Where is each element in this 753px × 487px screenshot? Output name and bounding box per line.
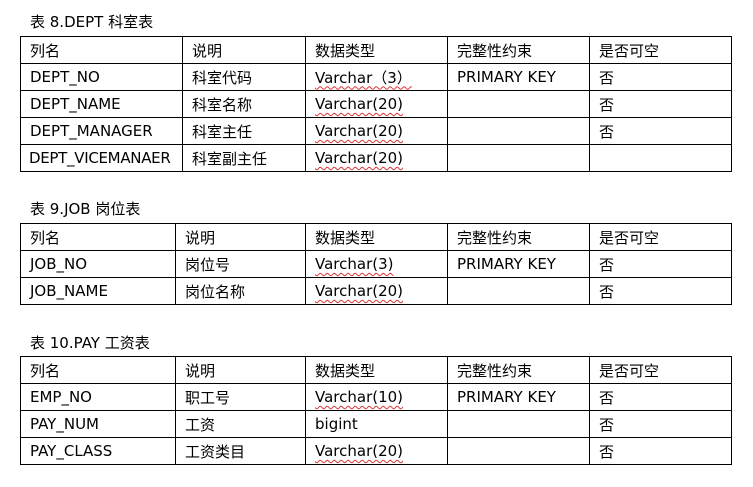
data-type-cell: Varchar(20): [305, 277, 448, 305]
description-cell: 科室名称: [182, 90, 306, 118]
header-cell: 列名: [20, 356, 176, 384]
data-type-text: Varchar(20): [315, 122, 404, 140]
header-cell: 说明: [182, 36, 306, 64]
data-type-cell: Varchar(20): [305, 437, 448, 465]
header-cell: 列名: [20, 36, 183, 64]
table-row: JOB_NO 岗位号 Varchar(3) PRIMARY KEY 否: [20, 250, 732, 278]
table-row: PAY_NUM 工资 bigint 否: [20, 410, 732, 438]
description-cell: 工资类目: [175, 437, 306, 465]
job-table: 列名 说明 数据类型 完整性约束 是否可空 JOB_NO 岗位号 Varchar…: [20, 223, 732, 305]
table-row: DEPT_MANAGER 科室主任 Varchar(20) 否: [20, 117, 732, 145]
table-row: EMP_NO 职工号 Varchar(10) PRIMARY KEY 否: [20, 383, 732, 411]
data-type-cell: Varchar(10): [305, 383, 448, 411]
constraint-cell: PRIMARY KEY: [447, 63, 590, 91]
table-header-row: 列名 说明 数据类型 完整性约束 是否可空: [20, 223, 732, 251]
nullable-cell: 否: [589, 383, 732, 411]
description-cell: 岗位号: [175, 250, 306, 278]
data-type-cell: bigint: [305, 410, 448, 438]
column-name-cell: PAY_CLASS: [20, 437, 176, 465]
column-name-cell: PAY_NUM: [20, 410, 176, 438]
data-type-text: Varchar(20): [315, 282, 404, 300]
header-cell: 是否可空: [589, 223, 732, 251]
column-name-cell: DEPT_VICEMANAER: [20, 144, 183, 172]
table-row: DEPT_VICEMANAER 科室副主任 Varchar(20): [20, 144, 732, 172]
description-cell: 科室主任: [182, 117, 306, 145]
column-name-cell: JOB_NAME: [20, 277, 176, 305]
description-cell: 工资: [175, 410, 306, 438]
table-caption-job: 表 9.JOB 岗位表: [30, 200, 141, 218]
pay-table: 列名 说明 数据类型 完整性约束 是否可空 EMP_NO 职工号 Varchar…: [20, 356, 732, 465]
header-cell: 完整性约束: [447, 223, 590, 251]
nullable-cell: 否: [589, 277, 732, 305]
column-name-cell: DEPT_MANAGER: [20, 117, 183, 145]
description-cell: 科室代码: [182, 63, 306, 91]
constraint-cell: PRIMARY KEY: [447, 383, 590, 411]
nullable-cell: [589, 144, 732, 172]
header-cell: 数据类型: [305, 36, 448, 64]
table-caption-dept: 表 8.DEPT 科室表: [30, 13, 154, 31]
data-type-cell: Varchar(3): [305, 250, 448, 278]
nullable-cell: 否: [589, 63, 732, 91]
data-type-text: Varchar(20): [315, 95, 404, 113]
data-type-text: Varchar（3）: [315, 68, 412, 87]
column-name-cell: DEPT_NAME: [20, 90, 183, 118]
data-type-text: Varchar(10): [315, 388, 404, 406]
column-name-cell: EMP_NO: [20, 383, 176, 411]
header-cell: 列名: [20, 223, 176, 251]
constraint-cell: PRIMARY KEY: [447, 250, 590, 278]
header-cell: 是否可空: [589, 36, 732, 64]
table-header-row: 列名 说明 数据类型 完整性约束 是否可空: [20, 356, 732, 384]
constraint-cell: [447, 437, 590, 465]
table-row: DEPT_NAME 科室名称 Varchar(20) 否: [20, 90, 732, 118]
data-type-cell: Varchar(20): [305, 117, 448, 145]
data-type-cell: Varchar(20): [305, 144, 448, 172]
header-cell: 完整性约束: [447, 356, 590, 384]
data-type-text: Varchar(3): [315, 255, 394, 273]
header-cell: 数据类型: [305, 356, 448, 384]
constraint-cell: [447, 410, 590, 438]
header-cell: 说明: [175, 223, 306, 251]
table-row: JOB_NAME 岗位名称 Varchar(20) 否: [20, 277, 732, 305]
data-type-text: Varchar(20): [315, 149, 404, 167]
data-type-cell: Varchar(20): [305, 90, 448, 118]
column-name-cell: DEPT_NO: [20, 63, 183, 91]
table-row: DEPT_NO 科室代码 Varchar（3） PRIMARY KEY 否: [20, 63, 732, 91]
description-cell: 岗位名称: [175, 277, 306, 305]
header-cell: 完整性约束: [447, 36, 590, 64]
nullable-cell: 否: [589, 250, 732, 278]
nullable-cell: 否: [589, 410, 732, 438]
dept-table: 列名 说明 数据类型 完整性约束 是否可空 DEPT_NO 科室代码 Varch…: [20, 36, 732, 172]
description-cell: 科室副主任: [182, 144, 306, 172]
table-caption-pay: 表 10.PAY 工资表: [30, 334, 150, 352]
table-row: PAY_CLASS 工资类目 Varchar(20) 否: [20, 437, 732, 465]
constraint-cell: [447, 117, 590, 145]
nullable-cell: 否: [589, 437, 732, 465]
constraint-cell: [447, 90, 590, 118]
constraint-cell: [447, 277, 590, 305]
nullable-cell: 否: [589, 90, 732, 118]
header-cell: 数据类型: [305, 223, 448, 251]
header-cell: 是否可空: [589, 356, 732, 384]
data-type-text: Varchar(20): [315, 442, 404, 460]
data-type-text: bigint: [315, 415, 358, 433]
nullable-cell: 否: [589, 117, 732, 145]
constraint-cell: [447, 144, 590, 172]
header-cell: 说明: [175, 356, 306, 384]
data-type-cell: Varchar（3）: [305, 63, 448, 91]
description-cell: 职工号: [175, 383, 306, 411]
table-header-row: 列名 说明 数据类型 完整性约束 是否可空: [20, 36, 732, 64]
column-name-cell: JOB_NO: [20, 250, 176, 278]
